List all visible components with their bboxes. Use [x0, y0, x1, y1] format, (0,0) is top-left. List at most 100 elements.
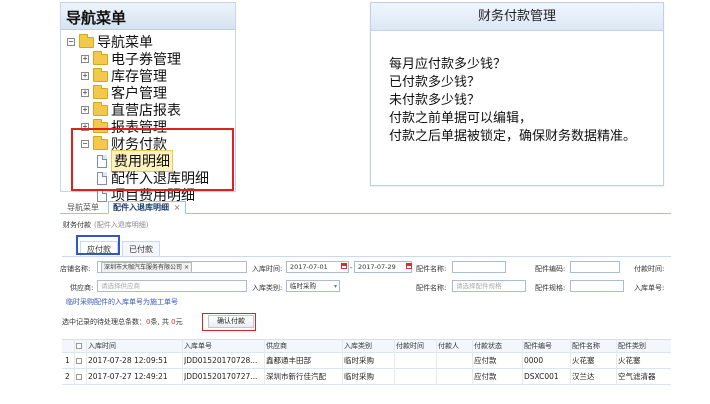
expand-icon[interactable]: + — [81, 72, 89, 80]
part-name-input[interactable] — [452, 261, 506, 273]
row-checkbox[interactable] — [76, 369, 82, 384]
column-divider — [182, 339, 183, 385]
table-header: 入库时间 入库单号 供应商 入库类别 付款时间 付款人 付款状态 配件编号 配件… — [62, 339, 671, 353]
column-divider — [264, 339, 265, 385]
pay-time-label: 付款时间: — [634, 265, 665, 273]
tutorial-slide: 导航菜单 − 导航菜单 + 电子券管理 + 库存管理 + 客户管理 + 直营店报… — [0, 0, 710, 404]
supplier-input[interactable]: 请选择供应商 — [97, 280, 247, 292]
description-card: 财务付款管理 每月应付款多少钱？ 已付款多少钱？ 未付款多少钱？ 付款之前单据可… — [370, 2, 664, 186]
divider — [62, 256, 671, 257]
cell-instock-time: 2017-07-28 12:09:51 — [88, 356, 168, 365]
highlight-box — [71, 128, 234, 191]
supplier-placeholder: 请选择供应商 — [101, 282, 140, 290]
date-from-input[interactable]: 2017-07-01 — [286, 261, 349, 273]
cell-part-code: DSXC001 — [524, 372, 559, 381]
description-line: 付款之后单据被锁定，确保财务数据精准。 — [389, 129, 637, 144]
column-header[interactable]: 付款人 — [438, 340, 459, 352]
calendar-icon[interactable] — [406, 263, 412, 269]
column-header[interactable]: 入库单号 — [184, 340, 212, 352]
folder-icon — [93, 101, 108, 116]
tab-nav-menu[interactable]: 导航菜单 — [62, 201, 104, 214]
column-header[interactable]: 付款时间 — [396, 340, 424, 352]
column-divider — [616, 339, 617, 385]
table-row[interactable]: 1 2017-07-28 12:09:51 JDD01520170728... … — [62, 353, 671, 369]
page-subtitle: (配件入退库明细) — [94, 221, 149, 229]
cell-pay-status: 应付款 — [474, 356, 497, 365]
payment-table: 入库时间 入库单号 供应商 入库类别 付款时间 付款人 付款状态 配件编号 配件… — [62, 339, 671, 385]
column-divider — [436, 339, 437, 385]
column-header[interactable]: 付款状态 — [474, 340, 502, 352]
tab-paid[interactable]: 已付款 — [122, 241, 160, 257]
column-divider — [472, 339, 473, 385]
store-chip-text: 深圳市大咖汽车服务有限公司 — [104, 264, 183, 271]
folder-icon — [93, 50, 108, 65]
cell-supplier: 深圳市新行佳汽配 — [266, 372, 326, 381]
part-spec-placeholder: 请选择配件规格 — [456, 282, 502, 290]
cell-supplier: 鑫都通丰田部 — [266, 356, 311, 365]
folder-icon — [93, 67, 108, 82]
cell-part-code: 0000 — [524, 356, 544, 365]
column-header[interactable]: 入库时间 — [88, 340, 116, 352]
part-code-input[interactable] — [570, 261, 620, 273]
supplier-label: 供应商: — [70, 284, 94, 292]
nav-tree-title: 导航菜单 — [61, 3, 235, 30]
store-select[interactable]: 深圳市大咖汽车服务有限公司 × — [97, 261, 247, 273]
part-spec-select[interactable]: 请选择配件规格 — [452, 280, 526, 292]
tab-parts-inout[interactable]: 配件入退库明细 × — [108, 201, 186, 214]
column-header[interactable]: 供应商 — [266, 340, 287, 352]
expand-icon[interactable]: + — [81, 55, 89, 63]
notice-text: 临时采购配件的入库单号为施工单号 — [66, 298, 178, 306]
cell-instock-type: 临时采购 — [344, 372, 374, 381]
expand-icon[interactable]: + — [81, 89, 89, 97]
cell-part-name: 火花塞 — [572, 356, 595, 365]
tab-bar: 导航菜单 配件入退库明细 × — [60, 198, 671, 214]
calendar-icon[interactable] — [341, 263, 347, 269]
summary-suffix: 元 — [175, 318, 183, 326]
row-checkbox[interactable] — [76, 353, 82, 368]
part-spec-label: 配件规格: — [535, 284, 566, 292]
close-icon[interactable]: × — [174, 203, 181, 212]
date-from-value: 2017-07-01 — [290, 263, 328, 271]
cell-instock-no: JDD01520170728... — [184, 356, 258, 365]
part-code-label: 配件编码: — [535, 265, 566, 273]
expand-icon[interactable]: + — [81, 106, 89, 114]
cell-part-category: 火花塞 — [618, 356, 641, 365]
cell-instock-type: 临时采购 — [344, 356, 374, 365]
cell-pay-status: 应付款 — [474, 372, 497, 381]
cell-part-category: 空气滤清器 — [618, 372, 656, 381]
chip-close-icon[interactable]: × — [184, 264, 189, 271]
highlight-box — [202, 313, 256, 331]
date-to-input[interactable]: 2017-07-29 — [354, 261, 412, 273]
date-to-value: 2017-07-29 — [358, 263, 396, 271]
date-separator: - — [350, 264, 353, 272]
column-header[interactable]: 配件编号 — [524, 340, 552, 352]
store-chip: 深圳市大咖汽车服务有限公司 × — [101, 262, 192, 272]
checkbox-icon — [76, 357, 82, 364]
instock-type-select[interactable]: 临时采购 ▾ — [286, 280, 340, 292]
collapse-icon[interactable]: − — [67, 38, 75, 46]
table-row[interactable]: 2 2017-07-27 12:49:21 JDD01520170727... … — [62, 369, 671, 385]
column-header[interactable]: 入库类别 — [344, 340, 372, 352]
folder-icon — [93, 84, 108, 99]
chevron-down-icon[interactable]: ▾ — [334, 282, 337, 291]
column-header[interactable]: 配件类别 — [618, 340, 646, 352]
nav-tree-panel: 导航菜单 − 导航菜单 + 电子券管理 + 库存管理 + 客户管理 + 直营店报… — [60, 2, 236, 204]
column-divider — [394, 339, 395, 385]
checkbox-icon — [76, 343, 82, 349]
cell-instock-no: JDD01520170727... — [184, 372, 258, 381]
column-header[interactable]: 配件名称 — [572, 340, 600, 352]
highlight-box — [76, 235, 120, 255]
breadcrumb: 财务付款 (配件入退库明细) — [63, 220, 148, 230]
description-line: 已付款多少钱？ — [389, 75, 481, 90]
description-line: 未付款多少钱？ — [389, 93, 481, 108]
part-name2-label: 配件名称: — [416, 284, 447, 292]
select-all-checkbox[interactable] — [76, 340, 82, 352]
column-divider — [522, 339, 523, 385]
cell-part-name: 汉兰达 — [572, 372, 595, 381]
summary-mid: 条, 共 — [150, 318, 172, 326]
row-number: 1 — [65, 356, 70, 365]
column-divider — [74, 339, 75, 385]
finance-payment-app: 导航菜单 配件入退库明细 × 财务付款 (配件入退库明细) 应付款 已付款 店铺名… — [60, 198, 671, 398]
column-divider — [570, 339, 571, 385]
part-spec-input[interactable] — [570, 280, 624, 292]
